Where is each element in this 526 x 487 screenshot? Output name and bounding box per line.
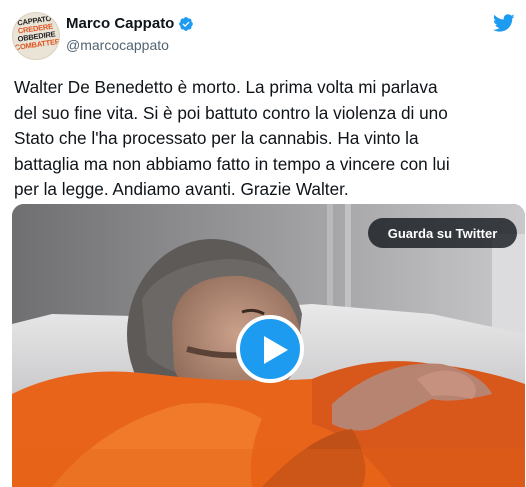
author-name-row[interactable]: Marco Cappato — [66, 15, 194, 32]
author-display-name[interactable]: Marco Cappato — [66, 15, 174, 32]
avatar-poster: CAPPATO CREDERE OBBEDIRE COMBATTERE — [13, 14, 59, 52]
author-handle[interactable]: @marcocappato — [66, 37, 169, 53]
tweet-card: CAPPATO CREDERE OBBEDIRE COMBATTERE Marc… — [0, 0, 526, 487]
play-icon — [264, 336, 288, 364]
avatar[interactable]: CAPPATO CREDERE OBBEDIRE COMBATTERE — [12, 12, 60, 60]
watch-on-twitter-button[interactable]: Guarda su Twitter — [368, 218, 517, 248]
play-button[interactable] — [236, 315, 304, 383]
video-player[interactable]: Guarda su Twitter — [12, 204, 525, 487]
verified-badge-icon — [179, 16, 194, 31]
tweet-text: Walter De Benedetto è morto. La prima vo… — [14, 77, 450, 199]
twitter-bird-icon[interactable] — [493, 12, 515, 34]
